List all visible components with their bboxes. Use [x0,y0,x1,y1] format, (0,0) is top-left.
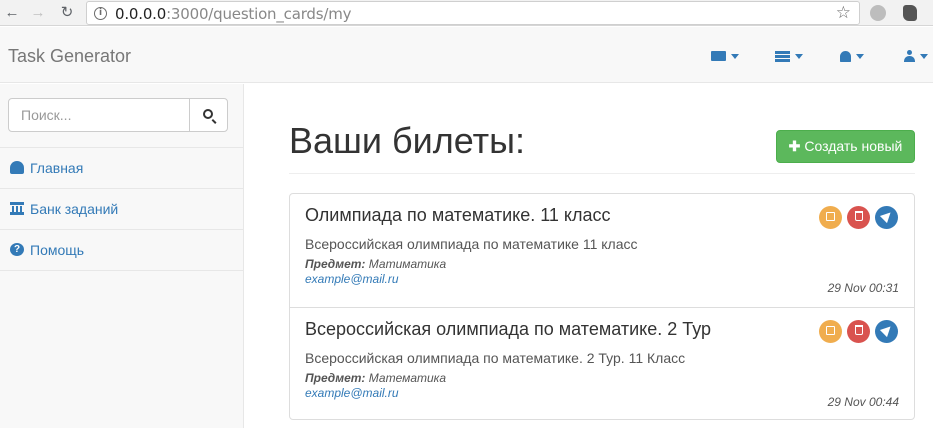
alerts-dropdown[interactable] [840,47,864,65]
sidebar-item-label: Банк заданий [30,201,119,217]
tasks-dropdown[interactable] [775,47,803,65]
trash-icon [854,211,863,222]
forward-icon[interactable]: → [28,3,48,23]
ticket-list: Олимпиада по математике. 11 класс Всерос… [289,193,915,420]
edit-button[interactable] [819,320,842,343]
send-button[interactable] [875,206,898,229]
messages-dropdown[interactable] [711,47,739,65]
ticket-title[interactable]: Всероссийская олимпиада по математике. 2… [305,319,711,340]
create-new-button[interactable]: ✚ Создать новый [776,130,915,163]
tasks-icon [775,50,790,62]
plus-icon: ✚ [788,138,801,154]
trash-icon [854,325,863,336]
sidebar-search [8,98,228,132]
caret-down-icon [731,53,739,59]
ticket-title[interactable]: Олимпиада по математике. 11 класс [305,205,611,226]
user-icon [904,50,915,63]
author-email[interactable]: example@mail.ru [305,272,399,286]
sidebar-item-label: Главная [30,160,84,176]
bell-icon [840,50,851,62]
bank-icon [10,202,24,215]
sidebar-item-label: Помощь [30,242,85,258]
user-dropdown[interactable] [904,47,928,65]
search-icon [203,109,213,119]
caret-down-icon [795,53,803,59]
globe-icon[interactable] [870,5,886,21]
dashboard-icon [10,161,24,174]
author-email[interactable]: example@mail.ru [305,386,399,400]
url-text[interactable]: 0.0.0.0:3000/question_cards/my [115,5,351,23]
brand-title[interactable]: Task Generator [8,46,131,67]
back-icon[interactable]: ← [2,3,22,23]
ticket-date: 29 Nov 00:31 [827,281,899,295]
sidebar-item-help[interactable]: ? Помощь [0,230,243,270]
sidebar-item-task-bank[interactable]: Банк заданий [0,189,243,229]
ticket-description: Всероссийская олимпиада по математике. 2… [305,350,686,366]
bookmark-star-icon[interactable]: ☆ [836,3,851,23]
sidebar-item-home[interactable]: Главная [0,148,243,188]
subject-label: Предмет: [305,257,366,271]
create-new-label: Создать новый [804,138,903,154]
header-divider [289,173,915,174]
caret-down-icon [920,53,928,59]
edit-icon [826,211,835,221]
edit-icon [826,325,835,335]
top-navbar: Task Generator [0,27,933,83]
evernote-extension-icon[interactable] [903,5,917,21]
search-input[interactable] [8,98,190,132]
edit-button[interactable] [819,206,842,229]
delete-button[interactable] [847,320,870,343]
search-button[interactable] [189,98,228,132]
subject-label: Предмет: [305,371,366,385]
ticket-subject: Предмет: Математика [305,371,446,385]
ticket-card: Всероссийская олимпиада по математике. 2… [290,307,914,420]
rocket-icon [879,208,894,223]
page-title: Ваши билеты: [289,120,525,161]
question-circle-icon: ? [10,243,24,256]
url-host: 0.0.0.0 [115,5,167,23]
browser-toolbar: ← → ↻ i 0.0.0.0:3000/question_cards/my ☆ [0,0,933,26]
subject-value: Математика [368,371,447,385]
delete-button[interactable] [847,206,870,229]
url-path: :3000/question_cards/my [166,5,352,23]
ticket-subject: Предмет: Матиматика [305,257,446,271]
reload-icon[interactable]: ↻ [57,3,77,23]
ticket-card: Олимпиада по математике. 11 класс Всерос… [290,194,914,307]
ticket-description: Всероссийская олимпиада по математике 11… [305,236,638,252]
sidebar: Главная Банк заданий ? Помощь [0,84,244,428]
rocket-icon [879,322,894,337]
divider [0,270,243,271]
subject-value: Матиматика [368,257,447,271]
ticket-date: 29 Nov 00:44 [827,395,899,409]
envelope-icon [711,51,726,62]
send-button[interactable] [875,320,898,343]
caret-down-icon [856,53,864,59]
address-bar[interactable]: i 0.0.0.0:3000/question_cards/my ☆ [86,1,860,25]
site-info-icon[interactable]: i [94,7,107,20]
